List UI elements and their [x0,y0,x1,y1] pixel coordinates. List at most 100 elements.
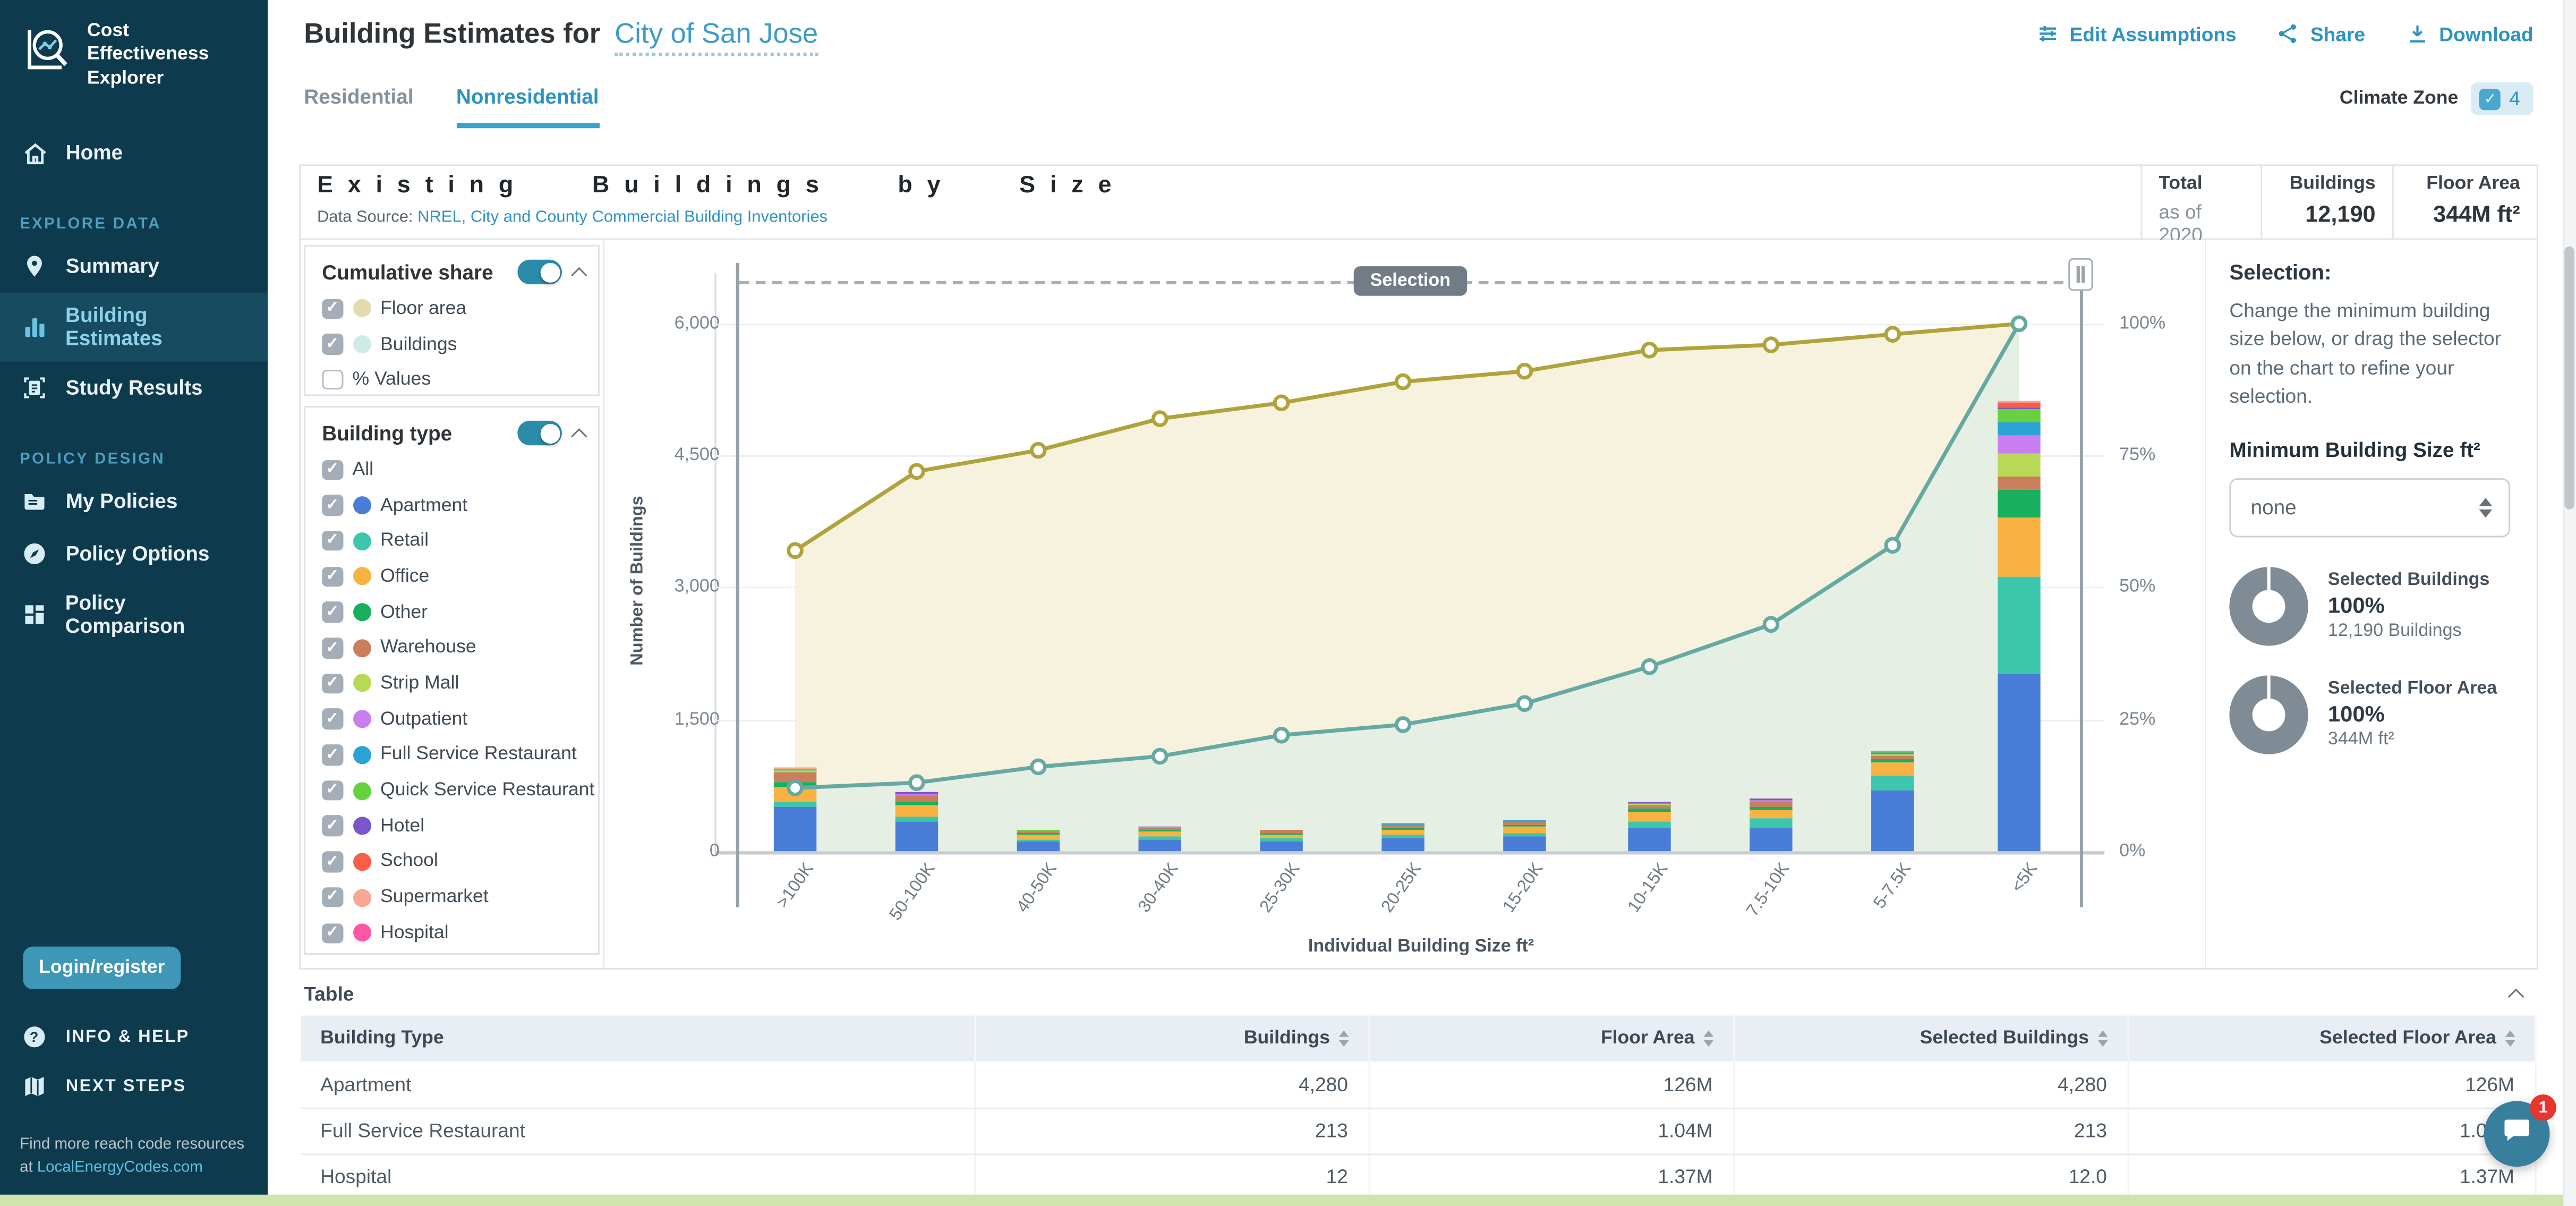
toggle-building-type[interactable] [517,421,562,445]
collapse-chevron-icon[interactable] [571,427,587,444]
main-content: Building Estimates for City of San Jose … [268,0,2576,1206]
sort-icon[interactable] [1703,1031,1713,1046]
checkbox[interactable] [322,673,343,694]
sidebar-item-policy-comparison[interactable]: Policy Comparison [0,580,268,649]
filter-group-title: Cumulative share [322,260,517,283]
filter-item-school[interactable]: School [305,844,598,880]
cell-building-type: Hospital [301,1153,974,1200]
filter-item-label: Outpatient [380,709,467,729]
filter-item-full-service-restaurant[interactable]: Full Service Restaurant [305,737,598,772]
chat-unread-badge: 1 [2530,1094,2556,1120]
column-header-floor-area[interactable]: Floor Area [1369,1016,1734,1062]
selection-label[interactable]: Selection [1354,266,1467,296]
sidebar-item-study-results[interactable]: Study Results [0,362,268,414]
grid-icon [20,600,49,630]
cell-value: 1.37M [2128,1153,2535,1200]
table-row[interactable]: Hospital121.37M12.01.37M [301,1153,2535,1200]
chat-launcher-button[interactable]: 1 [2484,1101,2550,1167]
checkbox[interactable] [322,460,343,480]
filter-group-cumulative-share: Cumulative share Floor areaBuildings% Val… [304,245,600,396]
selection-right-handle[interactable] [2080,263,2083,907]
sidebar-item-my-policies[interactable]: My Policies [0,475,268,528]
checkbox[interactable] [322,370,343,390]
legend-swatch [352,924,370,942]
sort-icon[interactable] [2097,1031,2107,1046]
cell-building-type: Full Service Restaurant [301,1108,974,1154]
climate-zone-pill[interactable]: ✓ 4 [2471,82,2534,115]
checkbox[interactable] [322,531,343,551]
column-header-selected-floor-area[interactable]: Selected Floor Area [2128,1016,2535,1062]
filter-item-supermarket[interactable]: Supermarket [305,880,598,915]
table-row[interactable]: Apartment4,280126M4,280126M [301,1061,2535,1108]
filter-item-other[interactable]: Other [305,594,598,630]
edit-assumptions-button[interactable]: Edit Assumptions [2035,21,2237,46]
column-header-selected-buildings[interactable]: Selected Buildings [1733,1016,2127,1062]
chat-bubble-icon [2501,1114,2534,1154]
min-building-size-select[interactable]: none [2229,478,2510,537]
checkbox[interactable] [322,816,343,837]
filter-item-quick-service-restaurant[interactable]: Quick Service Restaurant [305,772,598,808]
share-button[interactable]: Share [2276,21,2365,46]
checkbox[interactable] [322,602,343,623]
filter-item-retail[interactable]: Retail [305,523,598,559]
column-header-building-type[interactable]: Building Type [301,1016,974,1062]
data-source-link[interactable]: NREL, City and County Commercial Buildin… [417,209,828,227]
selection-drag-grip[interactable] [2068,258,2093,291]
checkbox[interactable] [322,744,343,765]
checkbox[interactable] [322,852,343,872]
checkbox[interactable] [322,887,343,908]
localenergycodes-link[interactable]: LocalEnergyCodes.com [37,1159,203,1177]
filter-group-title: Building type [322,421,517,444]
filter-item-office[interactable]: Office [305,559,598,594]
checkbox[interactable] [322,334,343,355]
filter-item-buildings[interactable]: Buildings [305,327,598,362]
action-label: Edit Assumptions [2070,22,2237,45]
cell-value: 4,280 [1733,1061,2127,1108]
table-collapse-chevron-icon[interactable] [2508,989,2524,1005]
jurisdiction-link[interactable]: City of San Jose [615,18,818,56]
filter-item-hotel[interactable]: Hotel [305,808,598,844]
checkbox[interactable] [322,299,343,319]
sidebar-item-summary[interactable]: Summary [0,240,268,293]
filter-item-floor-area[interactable]: Floor area [305,291,598,326]
tab-residential[interactable]: Residential [304,86,413,128]
checkbox[interactable] [322,638,343,658]
sort-icon[interactable] [2504,1031,2514,1046]
page-scrollbar[interactable] [2563,0,2576,1206]
min-building-size-value: none [2251,496,2479,519]
filter-item-warehouse[interactable]: Warehouse [305,630,598,666]
sidebar-item-info-help[interactable]: ?INFO & HELP [0,1013,268,1063]
toggle-cumulative-share[interactable] [517,260,562,284]
sidebar-item-building-estimates[interactable]: Building Estimates [0,293,268,362]
table-row[interactable]: Full Service Restaurant2131.04M2131.04M [301,1108,2535,1154]
checkbox[interactable] [322,495,343,516]
download-button[interactable]: Download [2404,21,2533,46]
scrollbar-thumb[interactable] [2564,247,2574,509]
sidebar-item-home[interactable]: Home [0,127,268,180]
filter-item-apartment[interactable]: Apartment [305,488,598,523]
collapse-chevron-icon[interactable] [571,266,587,283]
climate-zone-checkbox[interactable]: ✓ [2479,88,2501,109]
filter-group-building-type: Building type AllApartmentRetailOfficeOth… [304,406,600,955]
filter-item-hospital[interactable]: Hospital [305,915,598,951]
app-logo[interactable]: Cost EffectivenessExplorer [0,0,268,91]
sort-icon[interactable] [1338,1031,1348,1046]
chart-card: Existing Buildings by Size Data Source: … [299,164,2538,970]
checkbox[interactable] [322,780,343,801]
filter-item-strip-mall[interactable]: Strip Mall [305,666,598,701]
filter-item-outpatient[interactable]: Outpatient [305,701,598,737]
tab-nonresidential[interactable]: Nonresidential [456,86,599,128]
cell-value: 1.04M [2128,1108,2535,1154]
checkbox[interactable] [322,923,343,944]
sidebar-item-next-steps[interactable]: NEXT STEPS [0,1063,268,1112]
filter-item-values[interactable]: % Values [305,362,598,398]
sidebar-item-policy-options[interactable]: Policy Options [0,528,268,580]
filter-item-all[interactable]: All [305,452,598,488]
checkbox[interactable] [322,566,343,587]
stepper-icon[interactable] [2479,497,2493,517]
study-results-icon [20,373,49,403]
selection-left-handle[interactable] [736,263,739,907]
column-header-buildings[interactable]: Buildings [974,1016,1368,1062]
checkbox[interactable] [322,709,343,729]
login-register-button[interactable]: Login/register [23,947,181,990]
